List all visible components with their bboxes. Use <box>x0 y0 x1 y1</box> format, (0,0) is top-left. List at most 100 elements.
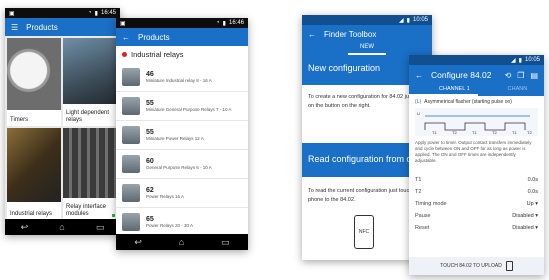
sync-icon[interactable]: ⟲ <box>505 71 512 80</box>
nfc-label: NFC <box>358 229 370 235</box>
list-item[interactable]: 65 Power Relays 20 - 30 A <box>116 208 248 237</box>
relay-number: 55 <box>146 129 154 136</box>
field-reset[interactable]: Reset Disabled ▾ <box>409 222 544 234</box>
back-arrow-icon[interactable]: ← <box>122 33 130 42</box>
phone-icon <box>505 261 513 271</box>
list-item[interactable]: 55 Miniature General Purpose Relays 7 - 1… <box>116 92 248 121</box>
red-dot-icon <box>122 52 127 57</box>
relay-thumbnail <box>122 97 140 115</box>
relay-modules-image <box>63 128 118 198</box>
relay-thumbnail <box>122 184 140 202</box>
list-item[interactable]: 62 Power Relays 16 A <box>116 179 248 208</box>
field-value: Disabled <box>512 213 534 219</box>
home-icon[interactable]: ⌂ <box>59 222 64 232</box>
status-dot <box>112 214 115 217</box>
timing-label-t1: T1 <box>432 130 437 135</box>
timing-label-t2: T2 <box>452 130 457 135</box>
copy-icon[interactable]: ❐ <box>517 71 524 80</box>
section-header: Industrial relays <box>116 46 248 63</box>
relay-number: 60 <box>146 158 154 165</box>
timing-label-t2: T2 <box>527 130 532 135</box>
mode-code: (L) <box>415 99 422 105</box>
wifi-icon: ◔ <box>88 10 92 16</box>
field-pause[interactable]: Pause Disabled ▾ <box>409 210 544 222</box>
field-timing-mode[interactable]: Timing mode Up ▾ <box>409 198 544 210</box>
tab-bar: NEW <box>302 43 432 55</box>
tile-timers[interactable]: Timers <box>7 38 61 126</box>
phone-configure: ◢ ▮ 10:05 ← Configure 84.02 ⟲ ❐ ▤ CHANNEL … <box>409 55 544 275</box>
tile-light-dependent-relays[interactable]: Light dependent relays <box>63 38 118 126</box>
status-bar: ◢ ▮ 10:05 <box>409 55 544 65</box>
relay-number: 62 <box>146 187 154 194</box>
relay-description: Miniature Industrial relay 8 - 16 A <box>146 78 212 83</box>
app-bar: ← Finder Toolbox <box>302 25 432 43</box>
relay-thumbnail <box>122 68 140 86</box>
field-t1[interactable]: T1 0.0s <box>409 174 544 186</box>
app-bar-title: Configure 84.02 <box>431 70 492 80</box>
tab-channel-1[interactable]: CHANNEL 1 <box>409 85 478 96</box>
config-fields: T1 0.0s T2 0.0s Timing mode Up ▾ Pause Disab… <box>409 174 544 234</box>
relay-thumbnail <box>122 126 140 144</box>
field-value: Up <box>526 201 534 207</box>
field-value: 0.0s <box>527 177 538 183</box>
signal-icon: ◢ <box>399 17 404 24</box>
list-item[interactable]: 55 Miniature Power Relays 12 A <box>116 121 248 150</box>
tab-channel-2[interactable]: CHANN <box>478 85 528 96</box>
app-bar-title: Finder Toolbox <box>324 29 377 39</box>
dropdown-arrow-icon: ▾ <box>535 213 538 219</box>
list-item[interactable]: 60 General Purpose Relays 6 - 10 A <box>116 150 248 179</box>
dropdown-arrow-icon: ▾ <box>535 225 538 231</box>
tab-new[interactable]: NEW <box>348 43 386 55</box>
relay-description: Miniature General Purpose Relays 7 - 10 … <box>146 107 232 112</box>
relay-description: Miniature Power Relays 12 A <box>146 136 204 141</box>
mode-label: Asymmetrical flasher (starting pulse on) <box>424 99 512 105</box>
relay-description: Power Relays 20 - 30 A <box>146 223 194 228</box>
status-bar: ◢ ▮ 10:05 <box>302 15 432 25</box>
status-bar: ▣ ◔ ▮ 16:46 <box>116 18 248 28</box>
relay-number: 65 <box>146 216 154 223</box>
back-arrow-icon[interactable]: ← <box>415 71 423 80</box>
save-icon[interactable]: ▤ <box>530 71 538 80</box>
app-bar: ☰ Products <box>5 18 120 36</box>
timers-image <box>7 38 61 110</box>
status-bar: ▣ ◔ ▮ 16:45 <box>5 8 120 18</box>
home-icon[interactable]: ⌂ <box>179 237 184 247</box>
field-t2[interactable]: T2 0.0s <box>409 186 544 198</box>
battery-icon: ▮ <box>94 10 98 17</box>
status-time: 16:46 <box>228 20 244 26</box>
relay-description: Power Relays 16 A <box>146 194 185 199</box>
timing-diagram: U T1 T2 T1 T2 T1 T2 <box>415 108 538 136</box>
battery-icon: ▮ <box>406 17 410 24</box>
upload-bar[interactable]: TOUCH 84.02 TO UPLOAD <box>409 257 544 275</box>
light-relays-image <box>63 38 118 104</box>
tile-label: Light dependent relays <box>66 110 110 123</box>
tile-label: Industrial relays <box>10 211 53 217</box>
back-icon[interactable]: ↩ <box>21 222 29 233</box>
back-arrow-icon[interactable]: ← <box>308 30 316 39</box>
tile-label: Timers <box>10 117 29 123</box>
mode-select[interactable]: (L) Asymmetrical flasher (starting pulse… <box>409 96 544 108</box>
app-bar-title: Products <box>26 22 58 32</box>
field-label: Pause <box>415 213 431 219</box>
recents-icon[interactable]: ▭ <box>221 237 230 248</box>
back-icon[interactable]: ↩ <box>134 237 142 248</box>
relay-number: 46 <box>146 71 154 78</box>
tile-relay-interface-modules[interactable]: Relay interface modules <box>63 128 118 220</box>
section-title: Industrial relays <box>131 50 184 59</box>
phone-products-grid: ▣ ◔ ▮ 16:45 ☰ Products Timers Light depend… <box>5 8 120 235</box>
app-notification-icon: ▣ <box>120 20 126 27</box>
timing-label-t2: T2 <box>492 130 497 135</box>
status-time: 16:45 <box>100 10 116 16</box>
recents-icon[interactable]: ▭ <box>96 222 105 233</box>
industrial-relays-image <box>7 128 61 202</box>
field-label: Reset <box>415 225 430 231</box>
tile-industrial-relays[interactable]: Industrial relays <box>7 128 61 220</box>
dropdown-arrow-icon: ▾ <box>535 201 538 207</box>
upload-text: TOUCH 84.02 TO UPLOAD <box>440 263 502 269</box>
app-notification-icon: ▣ <box>9 10 15 17</box>
status-time: 10:05 <box>524 57 540 63</box>
relay-thumbnail <box>122 213 140 231</box>
menu-icon[interactable]: ☰ <box>11 23 18 32</box>
status-time: 10:05 <box>412 17 428 23</box>
list-item[interactable]: 46 Miniature Industrial relay 8 - 16 A <box>116 63 248 92</box>
